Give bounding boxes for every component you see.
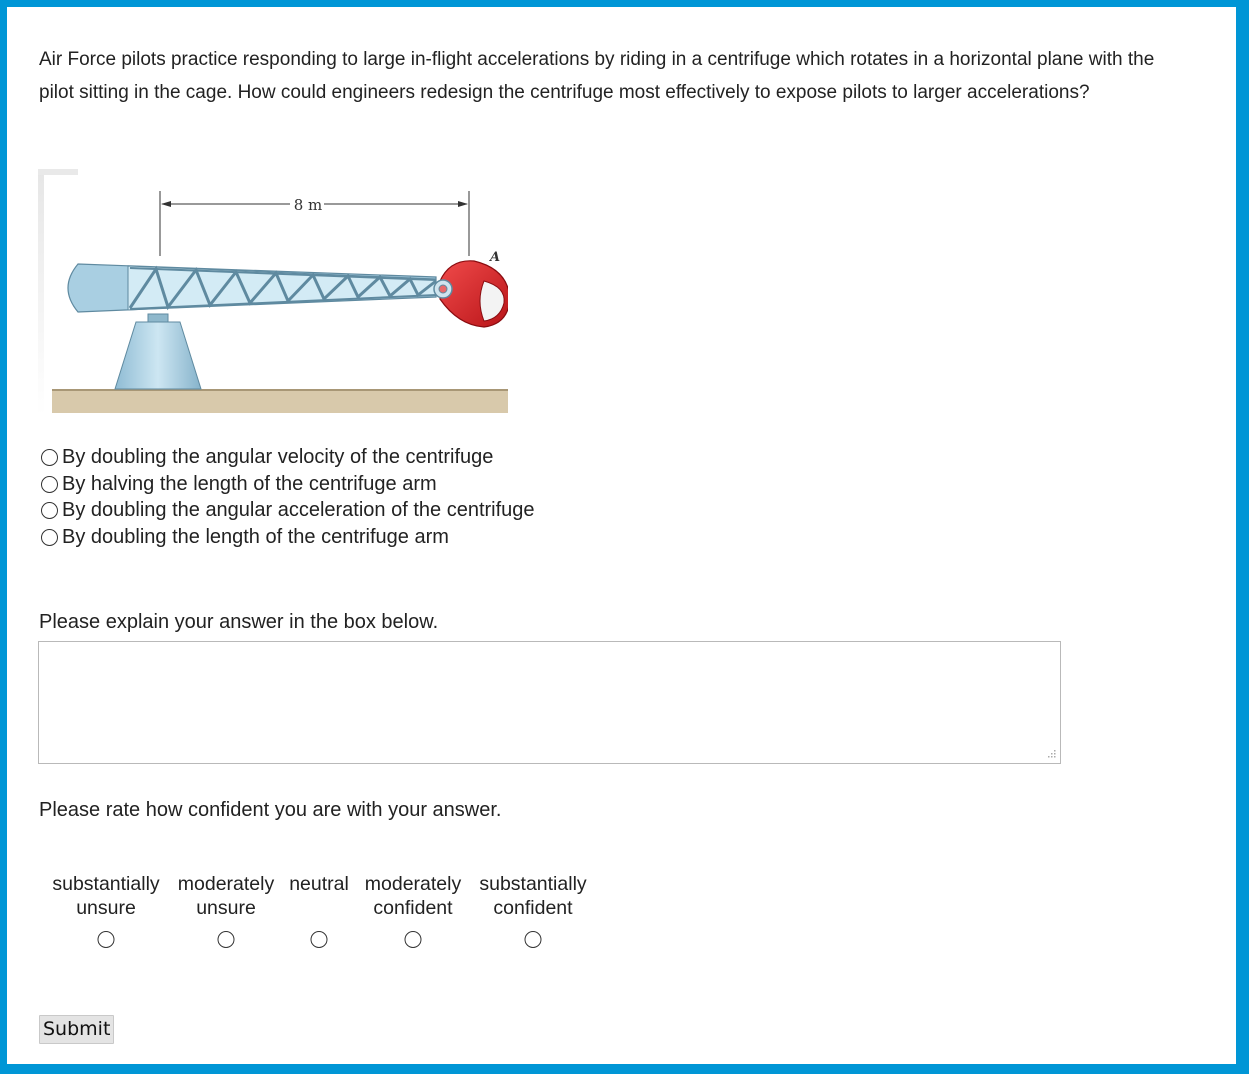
- ground: [52, 389, 508, 413]
- question-text: Air Force pilots practice responding to …: [39, 49, 1155, 103]
- confidence-radio-neutral[interactable]: [310, 931, 328, 948]
- scale-label-substantially-unsure: substantially unsure: [52, 873, 160, 919]
- option-radio[interactable]: [41, 475, 58, 493]
- option-halve-arm[interactable]: By halving the length of the centrifuge …: [41, 471, 535, 498]
- centrifuge-figure: 8 m A: [38, 169, 508, 415]
- option-radio[interactable]: [41, 502, 58, 520]
- dimension-arrow-left: [161, 201, 171, 207]
- option-radio[interactable]: [41, 448, 58, 466]
- confidence-radio-moderately-confident[interactable]: [404, 931, 422, 948]
- option-angular-acceleration[interactable]: By doubling the angular acceleration of …: [41, 497, 535, 524]
- dimension-label: 8 m: [294, 196, 323, 214]
- scale-label-substantially-confident: substantially confident: [479, 873, 587, 919]
- figure-top-shading: [38, 169, 78, 175]
- explanation-textarea[interactable]: [38, 641, 1061, 764]
- option-double-arm[interactable]: By doubling the length of the centrifuge…: [41, 524, 535, 551]
- confidence-radio-moderately-unsure[interactable]: [217, 931, 235, 948]
- dimension-arrow-right: [458, 201, 468, 207]
- submit-button[interactable]: Submit: [39, 1015, 115, 1044]
- scale-label-moderately-unsure: moderately unsure: [177, 873, 275, 919]
- scale-label-moderately-confident: moderately confident: [364, 873, 462, 919]
- option-label: By halving the length of the centrifuge …: [62, 472, 437, 495]
- pedestal: [114, 321, 202, 390]
- option-label: By doubling the length of the centrifuge…: [62, 526, 449, 549]
- resize-grip-icon[interactable]: [1043, 747, 1057, 761]
- explain-label: Please explain your answer in the box be…: [39, 611, 439, 633]
- point-label: A: [488, 250, 500, 265]
- confidence-label: Please rate how confident you are with y…: [39, 799, 502, 821]
- pedestal-cap: [147, 313, 169, 323]
- confidence-radio-substantially-confident[interactable]: [524, 931, 542, 948]
- answer-options: By doubling the angular velocity of the …: [41, 444, 535, 551]
- question-card: Air Force pilots practice responding to …: [7, 7, 1236, 1064]
- option-angular-velocity[interactable]: By doubling the angular velocity of the …: [41, 444, 535, 471]
- scale-label-neutral: neutral: [289, 873, 349, 895]
- option-label: By doubling the angular acceleration of …: [62, 499, 535, 522]
- confidence-radio-substantially-unsure[interactable]: [97, 931, 115, 948]
- figure-edge-shading: [38, 169, 44, 415]
- option-radio[interactable]: [41, 528, 58, 546]
- option-label: By doubling the angular velocity of the …: [62, 446, 494, 468]
- cage-pivot-pin: [438, 284, 448, 294]
